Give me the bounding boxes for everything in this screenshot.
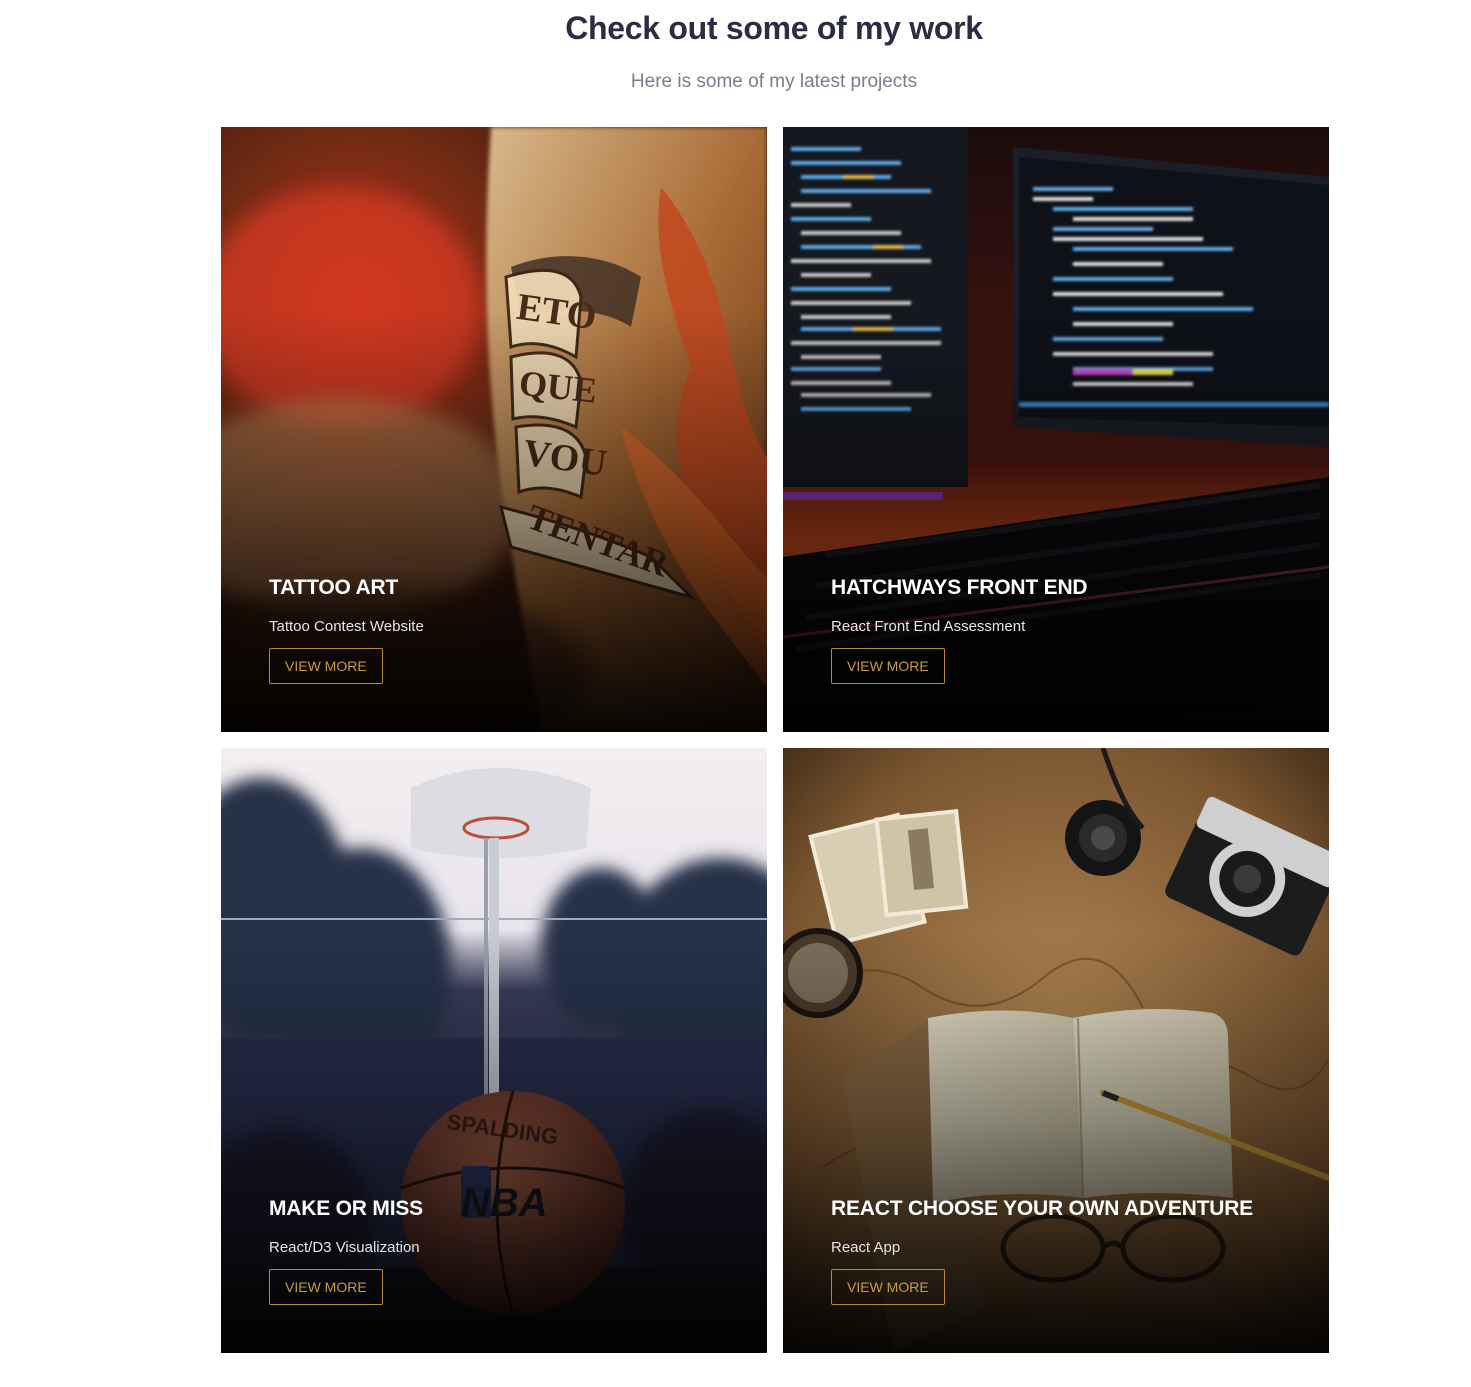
view-more-button[interactable]: VIEW MORE [269, 648, 383, 684]
project-card-tattoo-art: ETO QUE VOU TENTAR TATTOO ART Tattoo Con… [221, 127, 767, 732]
projects-grid: ETO QUE VOU TENTAR TATTOO ART Tattoo Con… [221, 127, 1329, 1353]
project-card-hatchways-front-end: HATCHWAYS FRONT END React Front End Asse… [783, 127, 1329, 732]
view-more-button[interactable]: VIEW MORE [269, 1269, 383, 1305]
section-subtitle: Here is some of my latest projects [630, 71, 918, 92]
project-title: TATTOO ART [269, 576, 399, 599]
card-content: TATTOO ART Tattoo Contest Website VIEW M… [269, 576, 743, 684]
project-description: React Front End Assessment [831, 618, 1026, 635]
project-description: Tattoo Contest Website [269, 618, 424, 635]
project-title: REACT CHOOSE YOUR OWN ADVENTURE [831, 1197, 1253, 1220]
project-card-make-or-miss: SPALDING NBA MAKE OR MISS React/D3 Visua… [221, 748, 767, 1353]
project-card-react-choose-your-own-adventure: REACT CHOOSE YOUR OWN ADVENTURE React Ap… [783, 748, 1329, 1353]
card-content: HATCHWAYS FRONT END React Front End Asse… [831, 576, 1305, 684]
project-description: React App [831, 1239, 901, 1256]
project-description: React/D3 Visualization [269, 1239, 420, 1256]
card-content: REACT CHOOSE YOUR OWN ADVENTURE React Ap… [831, 1197, 1305, 1305]
project-title: MAKE OR MISS [269, 1197, 423, 1220]
view-more-button[interactable]: VIEW MORE [831, 1269, 945, 1305]
project-title: HATCHWAYS FRONT END [831, 576, 1088, 599]
view-more-button[interactable]: VIEW MORE [831, 648, 945, 684]
section-title: Check out some of my work [565, 10, 983, 46]
card-content: MAKE OR MISS React/D3 Visualization VIEW… [269, 1197, 743, 1305]
